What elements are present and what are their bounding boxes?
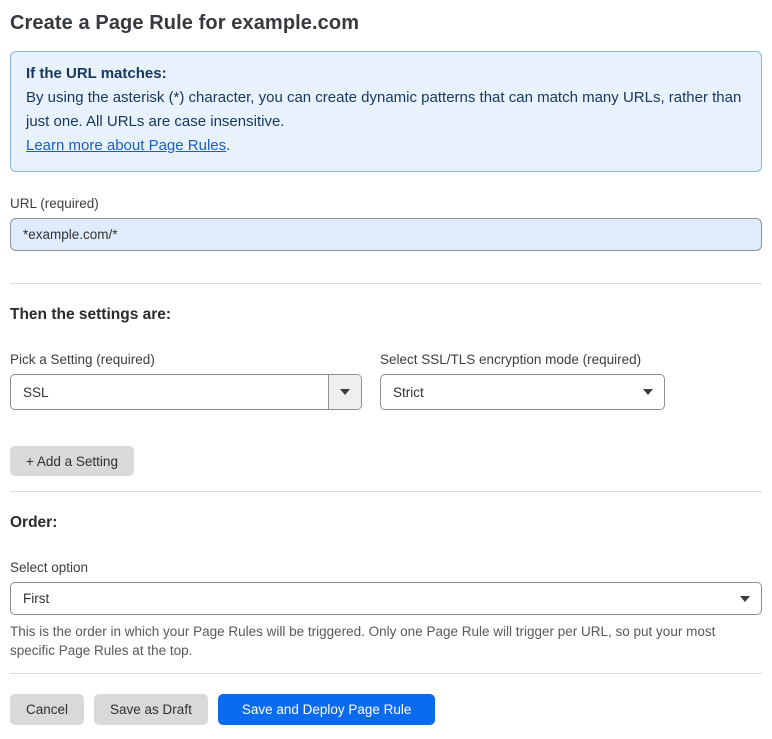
url-input[interactable] xyxy=(10,218,762,251)
chevron-down-icon xyxy=(340,389,350,395)
url-label: URL (required) xyxy=(10,196,99,211)
save-draft-button[interactable]: Save as Draft xyxy=(94,694,208,725)
learn-more-link[interactable]: Learn more about Page Rules xyxy=(26,137,226,154)
footer-buttons: Cancel Save as Draft Save and Deploy Pag… xyxy=(10,694,762,725)
order-select-label: Select option xyxy=(10,560,89,575)
mode-select-arrow xyxy=(631,389,664,395)
info-box-body: By using the asterisk (*) character, you… xyxy=(26,89,742,130)
order-select-arrow xyxy=(728,595,761,602)
page-rule-form: Create a Page Rule for example.com If th… xyxy=(0,0,772,739)
order-select[interactable]: First xyxy=(10,582,762,615)
order-select-value: First xyxy=(23,591,50,606)
settings-selects-row: Pick a Setting (required) SSL Select SSL… xyxy=(10,352,762,410)
mode-select[interactable]: Strict xyxy=(380,374,665,410)
divider xyxy=(10,673,762,674)
info-box-heading: If the URL matches: xyxy=(26,65,167,82)
setting-select-arrow-button[interactable] xyxy=(328,375,361,409)
mode-select-group: Select SSL/TLS encryption mode (required… xyxy=(380,352,665,410)
divider xyxy=(10,491,762,492)
settings-heading: Then the settings are: xyxy=(10,306,172,323)
page-title: Create a Page Rule for example.com xyxy=(10,12,360,34)
mode-select-label: Select SSL/TLS encryption mode (required… xyxy=(380,352,642,367)
mode-select-value: Strict xyxy=(393,384,424,400)
setting-select[interactable]: SSL xyxy=(10,374,362,410)
setting-select-value: SSL xyxy=(23,384,49,400)
cancel-button[interactable]: Cancel xyxy=(10,694,85,725)
order-help-text: This is the order in which your Page Rul… xyxy=(10,624,716,658)
add-setting-button[interactable]: + Add a Setting xyxy=(10,446,134,476)
setting-select-group: Pick a Setting (required) SSL xyxy=(10,352,362,410)
info-link-line: Learn more about Page Rules. xyxy=(26,134,746,158)
url-match-info-box: If the URL matches: By using the asteris… xyxy=(10,51,762,172)
chevron-down-icon xyxy=(642,389,653,395)
divider xyxy=(10,283,762,284)
setting-select-label: Pick a Setting (required) xyxy=(10,352,155,367)
chevron-down-icon xyxy=(739,595,750,602)
order-heading: Order: xyxy=(10,514,58,531)
save-deploy-button[interactable]: Save and Deploy Page Rule xyxy=(217,694,436,725)
link-period: . xyxy=(226,137,231,154)
